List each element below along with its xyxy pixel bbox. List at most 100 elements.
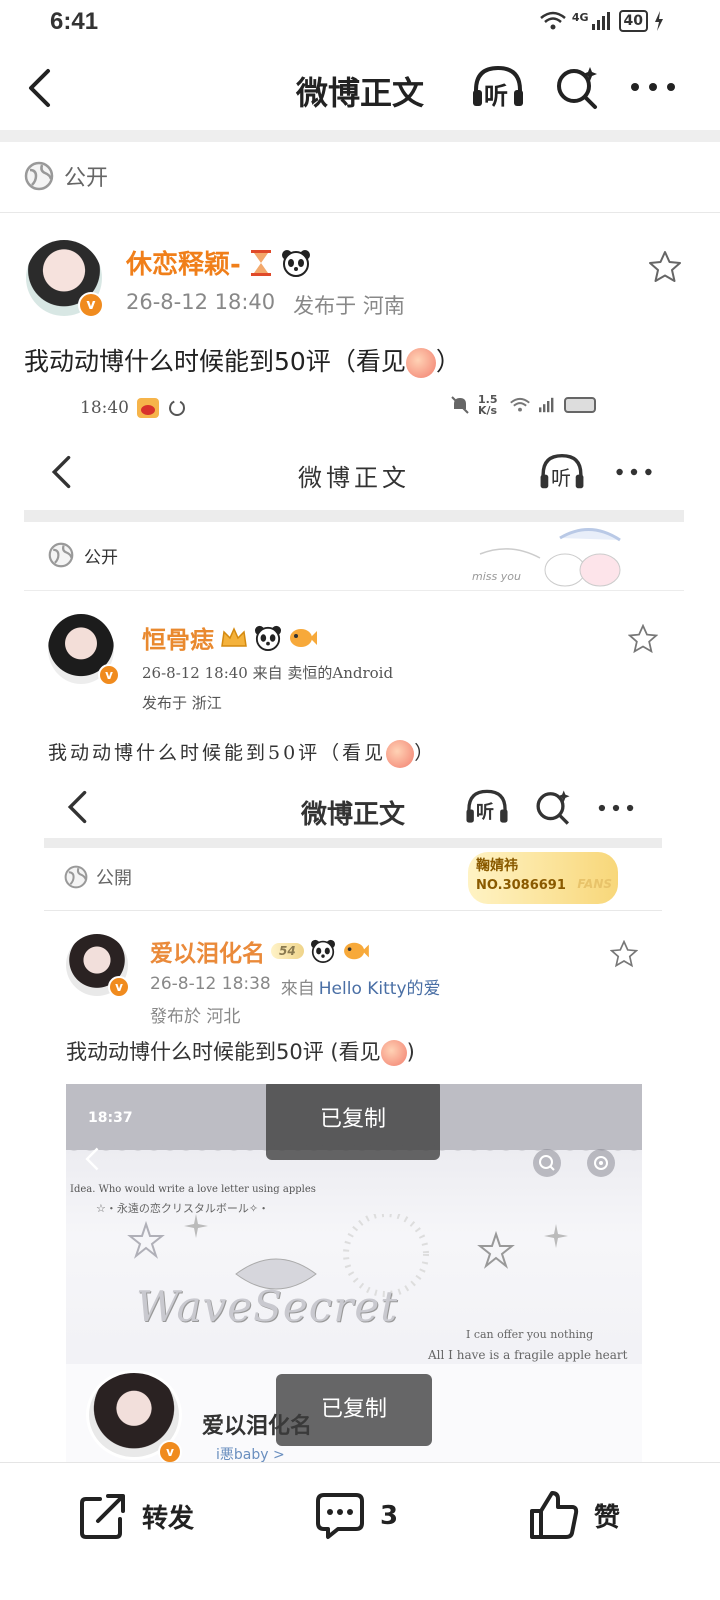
shot3-quote1: I can offer you nothing [466, 1328, 594, 1341]
shot1-author-row: 恒骨痣 [142, 620, 318, 655]
sync-icon [169, 400, 185, 416]
shot2-post-body: 我动动博什么时候能到50评 (看见 [66, 1040, 381, 1064]
verified-badge: v [98, 664, 120, 686]
verified-badge: v [78, 292, 104, 318]
shot2-author-row: 爱以泪化名 54 [150, 934, 370, 968]
comment-count: 3 [380, 1501, 399, 1531]
bottom-action-bar: 转发 3 赞 [0, 1462, 720, 1600]
mute-icon [451, 396, 469, 414]
post-text: 我动动博什么时候能到50评（看见 ） [24, 342, 461, 378]
shot2-visibility: 公開 [64, 864, 132, 890]
like-button[interactable]: 赞 [528, 1489, 620, 1541]
shot2-post-end: ) [406, 1040, 415, 1064]
shot3-sub: i悪baby > [216, 1447, 285, 1463]
copied-toast-top: 已复制 [266, 1084, 440, 1160]
shot1-meta: 26-8-12 18:40 来自 卖恒的Android [142, 664, 394, 682]
battery-indicator: 40 [618, 10, 648, 32]
shot1-sticker-text: miss you [472, 570, 521, 583]
shot1-listen-label: 听 [551, 466, 571, 490]
peach-emoji [386, 740, 415, 768]
shot2-post-text: 我动动博什么时候能到50评 (看见) [66, 1036, 415, 1066]
thumbs-up-icon [530, 1491, 579, 1539]
post-text-end: ） [435, 347, 461, 376]
shot3-status-time: 18:37 [88, 1110, 133, 1126]
shot1-divider [24, 510, 684, 522]
repost-button[interactable]: 转发 [78, 1491, 194, 1541]
shot2-timestamp: 26-8-12 18:38 [150, 974, 271, 994]
shot2-level-badge: 54 [271, 943, 304, 959]
verified-badge: v [158, 1440, 182, 1464]
shot1-listen: 听 [538, 452, 586, 492]
shot2-search-icon [536, 790, 570, 825]
divider [44, 910, 662, 911]
peach-emoji [380, 1040, 407, 1066]
shot2-source-prefix: 來自 [280, 979, 315, 999]
shot1-author-name: 恒骨痣 [142, 625, 214, 654]
globe-icon [48, 542, 74, 568]
fans-badge: 鞠婧祎 NO.3086691 FANS [468, 852, 618, 904]
charging-icon [655, 11, 663, 31]
shot1-star-icon [628, 624, 658, 654]
shot2-divider [44, 838, 662, 848]
status-icons: 4G 40 [540, 10, 664, 32]
search-icon[interactable] [554, 64, 600, 110]
shot2-location: 發布於 河北 [150, 1007, 241, 1027]
post-meta: 26-8-12 18:40 发布于 河南 [126, 290, 405, 320]
shot1-sticker: miss you [470, 524, 640, 590]
shot1-location: 发布于 浙江 [142, 694, 222, 712]
visibility-row: 公开 [24, 160, 108, 192]
shot3-search-icon [533, 1149, 561, 1177]
shot3-line1: Idea. Who would write a love letter usin… [70, 1184, 316, 1195]
post-location: 发布于 河南 [293, 294, 405, 318]
shot2-listen-label: 听 [476, 802, 494, 823]
shot1-post-end: ） [414, 742, 437, 764]
more-icon[interactable] [630, 82, 676, 92]
shot3-brand: WaveSecret [136, 1282, 399, 1331]
post-text-body: 我动动博什么时候能到50评（看见 [24, 347, 406, 376]
panda-icon [281, 249, 310, 277]
network-label: 4G [571, 10, 589, 24]
shot1-status: 18:40 [80, 398, 187, 418]
fans-badge-name: 鞠婧祎 [476, 858, 518, 874]
copied-toast-bottom: 已复制 [276, 1374, 432, 1446]
globe-icon [64, 865, 88, 889]
shot1-post-body: 我动动博什么时候能到50评（看见 [48, 742, 387, 764]
shot1-post-text: 我动动博什么时候能到50评（看见 ） [48, 738, 436, 768]
hourglass-icon [250, 249, 271, 276]
shot3-back-icon [85, 1147, 99, 1171]
star-icon[interactable] [648, 250, 682, 284]
repost-label: 转发 [142, 1503, 195, 1534]
shot1-status-right: 1.5 K/s [450, 394, 598, 416]
page-title: 微博正文 [295, 74, 424, 112]
status-bar: 6:41 4G 40 [0, 0, 720, 44]
signal-icon [591, 12, 610, 30]
embedded-screenshot-3: 18:37 Idea. Who would write a love lette… [66, 1084, 642, 1464]
embedded-screenshot-2: 微博正文 听 公開 鞠婧祎 NO.3086691 FANS v 爱以泪化名 54… [44, 780, 662, 1464]
globe-icon [24, 161, 54, 191]
shot1-net-speed: 1.5 K/s [478, 393, 498, 417]
shot1-visibility: 公开 [48, 542, 118, 568]
fans-badge-tag: FANS [577, 877, 612, 891]
comment-button[interactable]: 3 [314, 1491, 398, 1541]
shot1-visibility-label: 公开 [84, 547, 118, 568]
comment-icon [316, 1493, 364, 1539]
panda-icon [310, 939, 335, 963]
like-label: 赞 [594, 1502, 621, 1533]
visibility-label: 公开 [64, 166, 109, 191]
nav-bar: 微博正文 听 [0, 44, 720, 132]
listen-button[interactable]: 听 [470, 64, 526, 110]
section-divider [0, 130, 720, 142]
divider [24, 590, 684, 591]
divider [0, 212, 720, 213]
fish-icon [343, 942, 369, 960]
wifi-icon [540, 11, 566, 30]
signal-icon [539, 397, 554, 413]
shot2-author-name: 爱以泪化名 [150, 941, 265, 967]
author-name[interactable]: 休恋释颖- [126, 244, 241, 281]
shot3-settings-icon [587, 1149, 615, 1177]
embedded-screenshot[interactable]: 18:40 1.5 K/s 微博正文 听 公开 miss you v 恒骨痣 2… [24, 388, 684, 1464]
shot1-status-time: 18:40 [80, 398, 129, 418]
shot2-star-icon [610, 940, 638, 968]
shot2-meta: 26-8-12 18:38 來自 Hello Kitty的爱 [150, 974, 441, 999]
shot3-quote2: All I have is a fragile apple heart [428, 1348, 628, 1362]
